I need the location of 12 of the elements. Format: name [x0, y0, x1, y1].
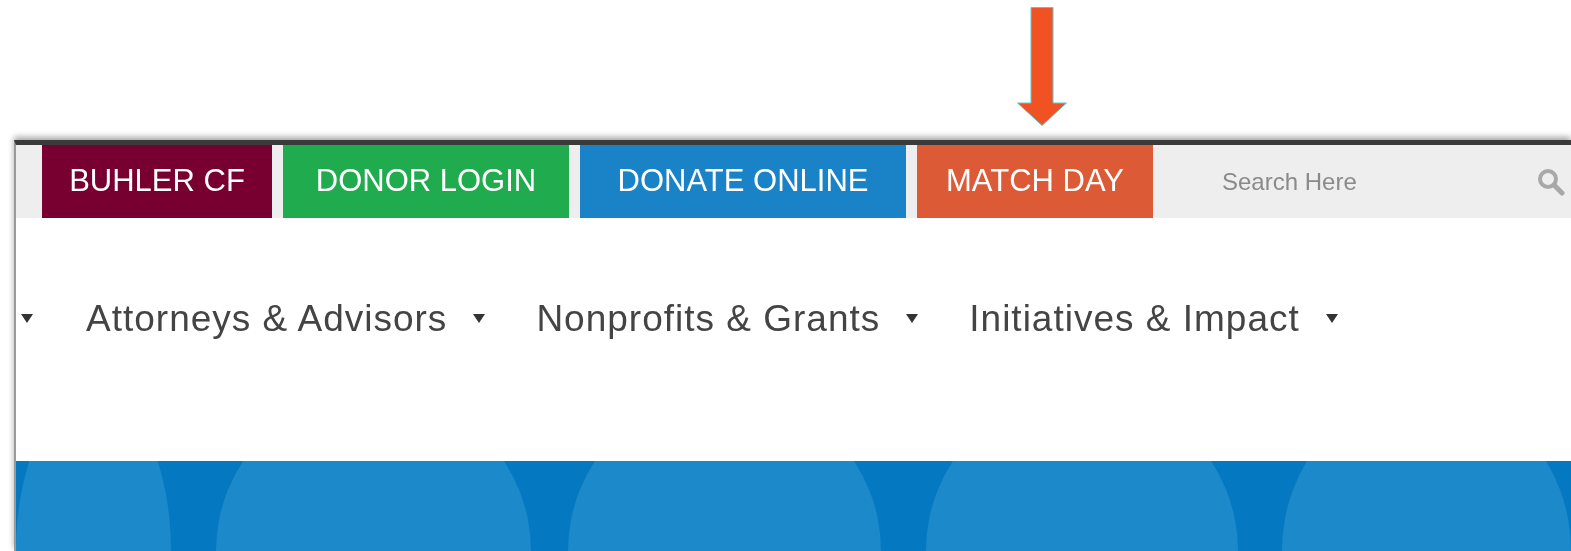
caret-icon	[473, 314, 486, 323]
top-bar-link[interactable]: BUHLER CF	[42, 145, 272, 218]
caret-icon	[1325, 314, 1338, 323]
search-icon[interactable]	[1537, 167, 1565, 196]
top-bar-link[interactable]: DONATE ONLINE	[580, 145, 906, 218]
search-field[interactable]: Search Here	[1222, 163, 1522, 200]
nav-menu-item[interactable]: Initiatives & Impact	[969, 290, 1338, 347]
nav-menu-item[interactable]: Attorneys & Advisors	[86, 290, 486, 347]
top-bar-link[interactable]: MATCH DAY	[917, 145, 1153, 218]
caret-icon	[21, 314, 33, 323]
caret-icon	[906, 314, 919, 323]
nav-menu-item[interactable]: Nonprofits & Grants	[536, 290, 919, 347]
